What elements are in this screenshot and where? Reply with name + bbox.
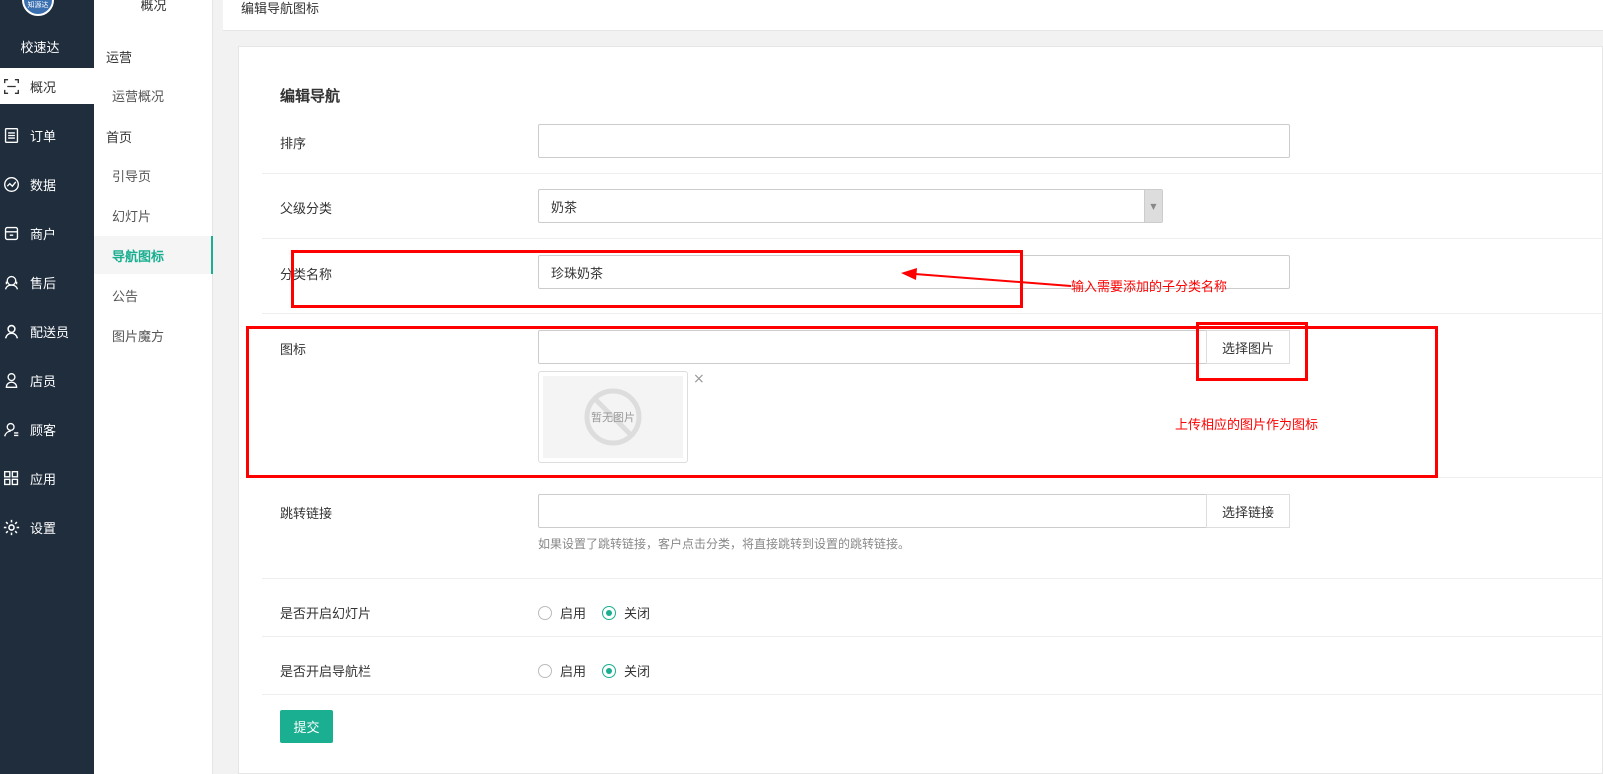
brand-logo: 知源达: [22, 0, 54, 16]
apps-icon: [1, 468, 21, 488]
slides-enable-radio[interactable]: [538, 605, 552, 620]
sidebar-item-overview[interactable]: 概况: [0, 68, 94, 104]
sidebar-item-staff[interactable]: 店员: [0, 362, 94, 398]
choose-link-button[interactable]: 选择链接: [1206, 494, 1290, 528]
subnav-item-guide[interactable]: 引导页: [94, 156, 213, 194]
annotation-icon-hint: 上传相应的图片作为图标: [1175, 418, 1319, 433]
form-title: 编辑导航: [280, 87, 341, 105]
sidebar-item-apps[interactable]: 应用: [0, 460, 94, 496]
annotation-arrow-icon: [901, 268, 1072, 287]
brand-logo-text: 知源达: [27, 1, 49, 9]
sidebar-item-label: 应用: [30, 472, 57, 488]
sidebar-item-customers[interactable]: 顾客: [0, 411, 94, 447]
main-sidebar: 知源达 校速达 概况 订单 数据 商户 售后 配送员 店员 顾客 应用 设置: [0, 0, 94, 774]
subnav-item-operations-overview[interactable]: 运营概况: [94, 76, 213, 114]
divider: [262, 636, 1603, 637]
chart-icon: [1, 174, 21, 194]
subnav-group-home: 首页: [106, 131, 133, 146]
sidebar-item-merchants[interactable]: 商户: [0, 215, 94, 251]
subnav-item-nav-icons[interactable]: 导航图标: [94, 236, 213, 274]
user-icon: [1, 321, 21, 341]
annotation-name-hint: 输入需要添加的子分类名称: [1071, 280, 1228, 295]
subnav-item-notice[interactable]: 公告: [94, 276, 213, 314]
sidebar-item-label: 概况: [30, 80, 57, 96]
subnav-group-operations: 运营: [106, 51, 133, 66]
headset-icon: [1, 272, 21, 292]
secondary-sidebar: 概况 运营 运营概况 首页 引导页 幻灯片 导航图标 公告 图片魔方: [94, 0, 213, 774]
link-input[interactable]: [538, 494, 1208, 528]
customer-icon: [1, 419, 21, 439]
sort-input[interactable]: [538, 124, 1290, 158]
annotation-box-choose-image: [1196, 322, 1308, 381]
divider: [262, 313, 1603, 314]
link-label: 跳转链接: [280, 507, 333, 522]
list-icon: [1, 125, 21, 145]
parent-category-label: 父级分类: [280, 202, 333, 217]
brand-name: 校速达: [20, 41, 60, 56]
parent-category-select[interactable]: 奶茶 ▼: [538, 189, 1163, 223]
scan-icon: [1, 76, 21, 96]
sidebar-item-label: 订单: [30, 129, 57, 145]
page-title: 编辑导航图标: [241, 2, 320, 17]
link-help-text: 如果设置了跳转链接，客户点击分类，将直接跳转到设置的跳转链接。: [538, 537, 911, 551]
sidebar-item-orders[interactable]: 订单: [0, 117, 94, 153]
slides-label: 是否开启幻灯片: [280, 607, 372, 622]
sidebar-item-label: 商户: [30, 227, 57, 243]
shop-icon: [1, 223, 21, 243]
navbar-disable-label: 关闭: [624, 665, 651, 680]
sidebar-item-label: 售后: [30, 276, 57, 292]
slides-disable-radio[interactable]: [602, 605, 617, 620]
subnav-item-image-magic[interactable]: 图片魔方: [94, 316, 213, 354]
sort-label: 排序: [280, 137, 307, 152]
subnav-title: 概况: [140, 0, 167, 14]
slides-disable-label: 关闭: [624, 607, 651, 622]
divider: [262, 578, 1603, 579]
divider: [262, 173, 1603, 174]
submit-button[interactable]: 提交: [280, 710, 333, 743]
gear-icon: [1, 517, 21, 537]
sidebar-item-couriers[interactable]: 配送员: [0, 313, 94, 349]
sidebar-item-data[interactable]: 数据: [0, 166, 94, 202]
navbar-enable-label: 启用: [560, 665, 587, 680]
divider: [262, 238, 1603, 239]
subnav-item-slides[interactable]: 幻灯片: [94, 196, 213, 234]
person-icon: [1, 370, 21, 390]
page-header: 编辑导航图标: [223, 0, 1603, 31]
sidebar-item-aftersales[interactable]: 售后: [0, 264, 94, 300]
chevron-down-icon: ▼: [1144, 190, 1162, 222]
divider: [262, 694, 1603, 695]
sidebar-item-label: 配送员: [30, 325, 70, 341]
sidebar-item-label: 设置: [30, 521, 57, 537]
sidebar-item-label: 店员: [30, 374, 57, 390]
sidebar-item-label: 数据: [30, 178, 57, 194]
navbar-radio-group: 启用 关闭: [538, 661, 666, 680]
slides-radio-group: 启用 关闭: [538, 603, 666, 622]
parent-category-value: 奶茶: [551, 200, 578, 216]
sidebar-item-label: 顾客: [30, 423, 57, 439]
app-root: 知源达 校速达 概况 订单 数据 商户 售后 配送员 店员 顾客 应用 设置 概…: [0, 0, 1603, 774]
sidebar-item-settings[interactable]: 设置: [0, 509, 94, 545]
navbar-disable-radio[interactable]: [602, 663, 617, 678]
slides-enable-label: 启用: [560, 607, 587, 622]
navbar-enable-radio[interactable]: [538, 663, 552, 678]
navbar-label: 是否开启导航栏: [280, 665, 372, 680]
